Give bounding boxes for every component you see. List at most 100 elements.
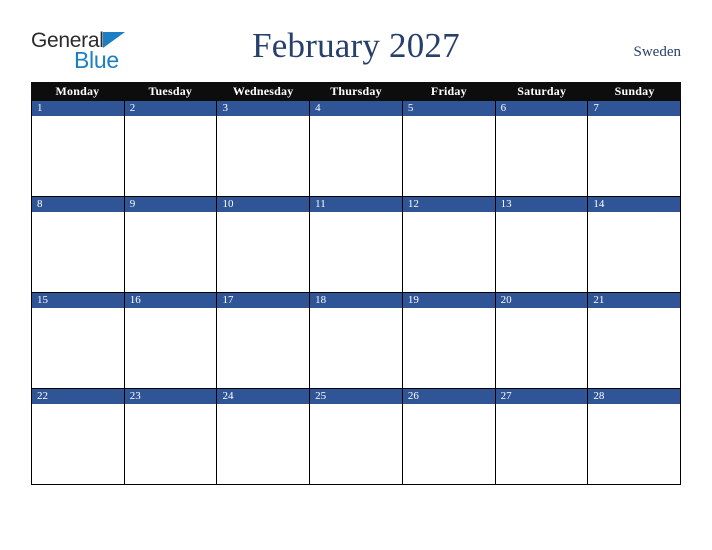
day-number: 13 [495, 197, 588, 212]
calendar-day-cell[interactable]: 10 [217, 197, 311, 292]
day-number: 21 [588, 293, 681, 308]
calendar-day-cell[interactable]: 27 [495, 389, 589, 484]
day-events-area[interactable] [217, 212, 310, 292]
day-number: 14 [588, 197, 681, 212]
calendar-day-cell[interactable]: 19 [402, 293, 496, 388]
day-number: 17 [217, 293, 310, 308]
day-events-area[interactable] [402, 116, 495, 196]
day-events-area[interactable] [32, 212, 124, 292]
day-number: 28 [588, 389, 681, 404]
day-events-area[interactable] [217, 116, 310, 196]
day-number: 10 [217, 197, 310, 212]
calendar-week-row: 22 23 24 25 26 27 28 [31, 389, 682, 485]
day-number: 23 [124, 389, 217, 404]
day-number: 7 [588, 101, 681, 116]
weekday-header-thursday: Thursday [330, 84, 382, 98]
calendar-day-cell[interactable]: 22 [32, 389, 125, 484]
calendar-day-cell[interactable]: 9 [124, 197, 218, 292]
calendar-day-cell[interactable]: 28 [588, 389, 682, 484]
day-number: 27 [495, 389, 588, 404]
day-number: 8 [32, 197, 124, 212]
day-events-area[interactable] [124, 308, 217, 388]
calendar-day-cell[interactable]: 13 [495, 197, 589, 292]
day-number: 22 [32, 389, 124, 404]
day-events-area[interactable] [495, 212, 588, 292]
day-events-area[interactable] [310, 404, 402, 484]
weekday-header-tuesday: Tuesday [148, 84, 193, 98]
day-events-area[interactable] [495, 116, 588, 196]
calendar-day-cell[interactable]: 5 [402, 101, 496, 196]
day-number: 12 [402, 197, 495, 212]
day-events-area[interactable] [588, 308, 681, 388]
page-header: General Blue February 2027 Sweden [0, 26, 712, 76]
calendar-day-cell[interactable]: 16 [124, 293, 218, 388]
calendar-page: General Blue February 2027 Sweden Monday… [0, 0, 712, 550]
day-number: 3 [217, 101, 310, 116]
day-number: 5 [402, 101, 495, 116]
calendar-day-cell[interactable]: 23 [124, 389, 218, 484]
calendar-day-cell[interactable]: 2 [124, 101, 218, 196]
day-events-area[interactable] [588, 212, 681, 292]
day-events-area[interactable] [402, 404, 495, 484]
day-events-area[interactable] [402, 308, 495, 388]
calendar-day-cell[interactable]: 4 [310, 101, 403, 196]
day-number: 25 [310, 389, 402, 404]
weekday-header-saturday: Saturday [517, 84, 567, 98]
calendar-day-cell[interactable]: 8 [32, 197, 125, 292]
weekday-header-sunday: Sunday [614, 84, 655, 98]
day-number: 11 [310, 197, 402, 212]
calendar-day-cell[interactable]: 12 [402, 197, 496, 292]
day-number: 16 [124, 293, 217, 308]
country-label: Sweden [633, 44, 682, 60]
day-events-area[interactable] [124, 212, 217, 292]
calendar-day-cell[interactable]: 3 [217, 101, 311, 196]
day-events-area[interactable] [402, 212, 495, 292]
day-number: 6 [495, 101, 588, 116]
weekday-header-wednesday: Wednesday [232, 84, 294, 98]
calendar-week-row: 15 16 17 18 19 20 21 [31, 293, 682, 389]
calendar-day-cell[interactable]: 26 [402, 389, 496, 484]
calendar-day-cell[interactable]: 14 [588, 197, 682, 292]
day-events-area[interactable] [124, 404, 217, 484]
day-number: 18 [310, 293, 402, 308]
calendar-day-cell[interactable]: 20 [495, 293, 589, 388]
day-events-area[interactable] [310, 116, 402, 196]
day-events-area[interactable] [310, 212, 402, 292]
day-number: 9 [124, 197, 217, 212]
day-events-area[interactable] [495, 308, 588, 388]
calendar-day-cell[interactable]: 24 [217, 389, 311, 484]
day-number: 4 [310, 101, 402, 116]
day-number: 19 [402, 293, 495, 308]
calendar-grid: Monday Tuesday Wednesday Thursday Friday… [31, 82, 682, 485]
weekday-header-monday: Monday [55, 84, 100, 98]
day-number: 15 [32, 293, 124, 308]
day-number: 26 [402, 389, 495, 404]
day-events-area[interactable] [495, 404, 588, 484]
day-events-area[interactable] [124, 116, 217, 196]
day-events-area[interactable] [32, 308, 124, 388]
day-number: 1 [32, 101, 124, 116]
calendar-day-cell[interactable]: 25 [310, 389, 403, 484]
calendar-day-cell[interactable]: 1 [32, 101, 125, 196]
calendar-week-row: 1 2 3 4 5 6 7 [31, 101, 682, 197]
day-events-area[interactable] [32, 404, 124, 484]
day-events-area[interactable] [588, 404, 681, 484]
day-events-area[interactable] [217, 308, 310, 388]
calendar-day-cell[interactable]: 11 [310, 197, 403, 292]
calendar-day-cell[interactable]: 18 [310, 293, 403, 388]
day-events-area[interactable] [217, 404, 310, 484]
day-events-area[interactable] [32, 116, 124, 196]
calendar-day-cell[interactable]: 6 [495, 101, 589, 196]
calendar-day-cell[interactable]: 21 [588, 293, 682, 388]
day-events-area[interactable] [310, 308, 402, 388]
day-number: 20 [495, 293, 588, 308]
calendar-day-cell[interactable]: 17 [217, 293, 311, 388]
day-events-area[interactable] [588, 116, 681, 196]
calendar-day-cell[interactable]: 7 [588, 101, 682, 196]
day-number: 24 [217, 389, 310, 404]
day-number: 2 [124, 101, 217, 116]
weekday-header-row: Monday Tuesday Wednesday Thursday Friday… [31, 82, 681, 101]
calendar-week-row: 8 9 10 11 12 13 14 [31, 197, 682, 293]
calendar-day-cell[interactable]: 15 [32, 293, 125, 388]
page-title: February 2027 [252, 26, 460, 65]
